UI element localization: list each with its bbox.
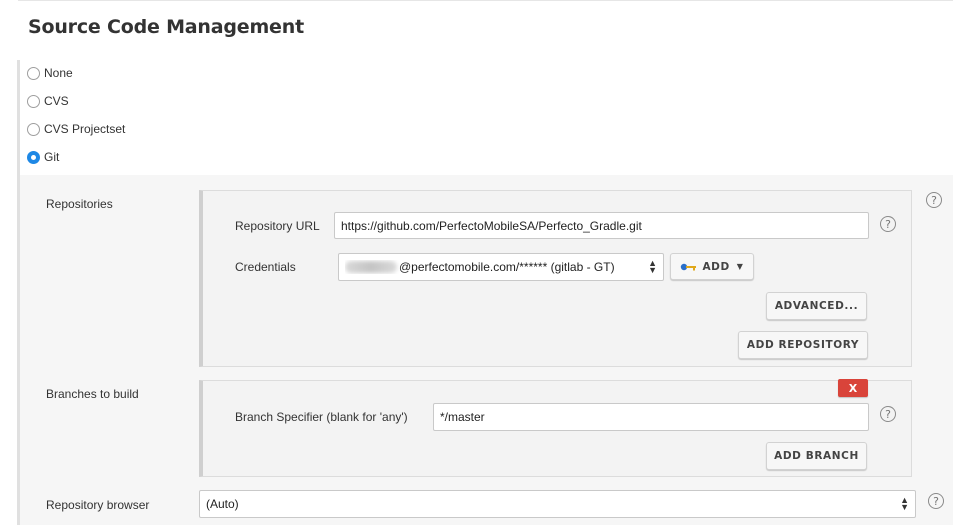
add-label: ADD <box>702 260 730 273</box>
repository-browser-help-icon[interactable]: ? <box>928 493 944 509</box>
scm-option-cvs[interactable]: CVS <box>27 92 69 110</box>
credentials-select[interactable]: @perfectomobile.com/****** (gitlab - GT)… <box>338 253 664 281</box>
scm-option-label: CVS Projectset <box>44 122 126 136</box>
repository-url-help-icon[interactable]: ? <box>880 216 896 232</box>
select-arrows-icon: ▲ ▼ <box>900 495 909 512</box>
add-repository-button[interactable]: ADD REPOSITORY <box>738 331 868 359</box>
scm-option-label: Git <box>44 150 60 164</box>
radio-git[interactable] <box>27 150 40 164</box>
credentials-label: Credentials <box>235 260 296 274</box>
repository-browser-select[interactable]: (Auto) ▲ ▼ <box>199 490 916 518</box>
select-arrows-icon: ▲ ▼ <box>648 258 657 275</box>
top-divider <box>18 0 953 1</box>
branch-specifier-help-icon[interactable]: ? <box>880 406 896 422</box>
scm-option-none[interactable]: None <box>27 64 73 82</box>
branch-specifier-label: Branch Specifier (blank for 'any') <box>235 410 408 424</box>
branches-label: Branches to build <box>46 387 139 401</box>
add-branch-button[interactable]: ADD BRANCH <box>766 442 867 470</box>
repository-url-label: Repository URL <box>235 219 320 233</box>
scm-option-label: CVS <box>44 94 69 108</box>
radio-cvs[interactable] <box>27 94 40 108</box>
caret-down-icon: ▼ <box>736 262 744 271</box>
radio-none[interactable] <box>27 66 40 80</box>
add-credentials-button[interactable]: ADD ▼ <box>670 253 754 280</box>
scm-option-git[interactable]: Git <box>27 148 59 166</box>
repository-browser-label: Repository browser <box>46 498 150 512</box>
repositories-label: Repositories <box>46 197 113 211</box>
repository-url-input[interactable]: https://github.com/PerfectoMobileSA/Perf… <box>334 212 869 239</box>
repository-browser-value: (Auto) <box>206 497 239 511</box>
advanced-button[interactable]: ADVANCED... <box>766 292 867 320</box>
section-title: Source Code Management <box>28 16 304 38</box>
delete-branch-button[interactable]: X <box>838 379 868 397</box>
scm-option-cvs-projectset[interactable]: CVS Projectset <box>27 120 125 138</box>
redacted-username <box>345 261 397 273</box>
radio-cvs-projectset[interactable] <box>27 122 40 136</box>
credentials-value: @perfectomobile.com/****** (gitlab - GT) <box>399 260 615 274</box>
branch-specifier-input[interactable]: */master <box>433 403 869 431</box>
repositories-help-icon[interactable]: ? <box>926 192 942 208</box>
scm-option-label: None <box>44 66 73 80</box>
key-icon <box>681 263 697 270</box>
